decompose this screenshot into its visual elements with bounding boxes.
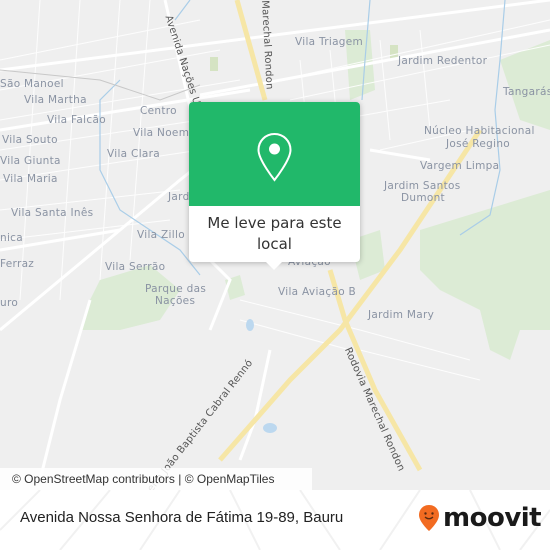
place-label: Centro: [140, 105, 177, 117]
place-label: Tangarás: [503, 86, 550, 98]
place-label: Jardim Mary: [368, 309, 435, 321]
place-label: São Manoel: [0, 78, 64, 90]
place-label: Vila Souto: [2, 134, 58, 146]
address-label: Avenida Nossa Senhora de Fátima 19-89, B…: [20, 509, 344, 526]
place-label: Vila Noemi: [133, 127, 193, 139]
place-label: Ferraz: [0, 258, 35, 270]
place-label: Vila Maria: [3, 173, 58, 185]
moovit-wordmark: moovit: [443, 503, 542, 533]
moovit-pin-icon: [419, 505, 439, 531]
place-label: Vila Zillo: [137, 229, 185, 241]
place-label: Vargem Limpa: [420, 160, 500, 172]
place-label: Vila Clara: [107, 148, 160, 160]
place-label: Vila Giunta: [0, 155, 61, 167]
place-label: Jardim Redentor: [398, 55, 488, 67]
place-label: Vila Serrão: [105, 261, 166, 273]
take-me-here-button[interactable]: Me leve para este local: [189, 206, 360, 255]
popup-pointer: [266, 262, 282, 270]
place-label: José Regino: [446, 138, 511, 150]
map-pin-icon: [257, 132, 292, 182]
place-label: Jard: [168, 191, 190, 203]
place-label: Nações: [155, 295, 196, 307]
footer: Avenida Nossa Senhora de Fátima 19-89, B…: [0, 490, 550, 550]
place-label: uro: [0, 297, 19, 309]
place-label: Jardim Santos: [384, 180, 461, 192]
place-label: Vila Santa Inês: [11, 207, 94, 219]
place-label: nica: [0, 232, 23, 244]
place-label: Vila Martha: [24, 94, 87, 106]
moovit-logo[interactable]: moovit: [418, 503, 542, 533]
place-label: Dumont: [401, 192, 445, 204]
map-view[interactable]: São Manoel Vila Martha Vila Falcão Vila …: [0, 0, 550, 490]
place-label: Núcleo Habitacional: [424, 125, 535, 137]
place-label: Vila Falcão: [47, 114, 106, 126]
destination-popup[interactable]: Me leve para este local: [189, 102, 360, 270]
map-attribution[interactable]: © OpenStreetMap contributors | © OpenMap…: [0, 468, 312, 490]
place-label: Vila Aviação B: [278, 286, 357, 298]
place-label: Vila Triagem: [295, 36, 364, 48]
place-label: Parque das: [145, 283, 207, 295]
popup-header: [189, 102, 360, 206]
